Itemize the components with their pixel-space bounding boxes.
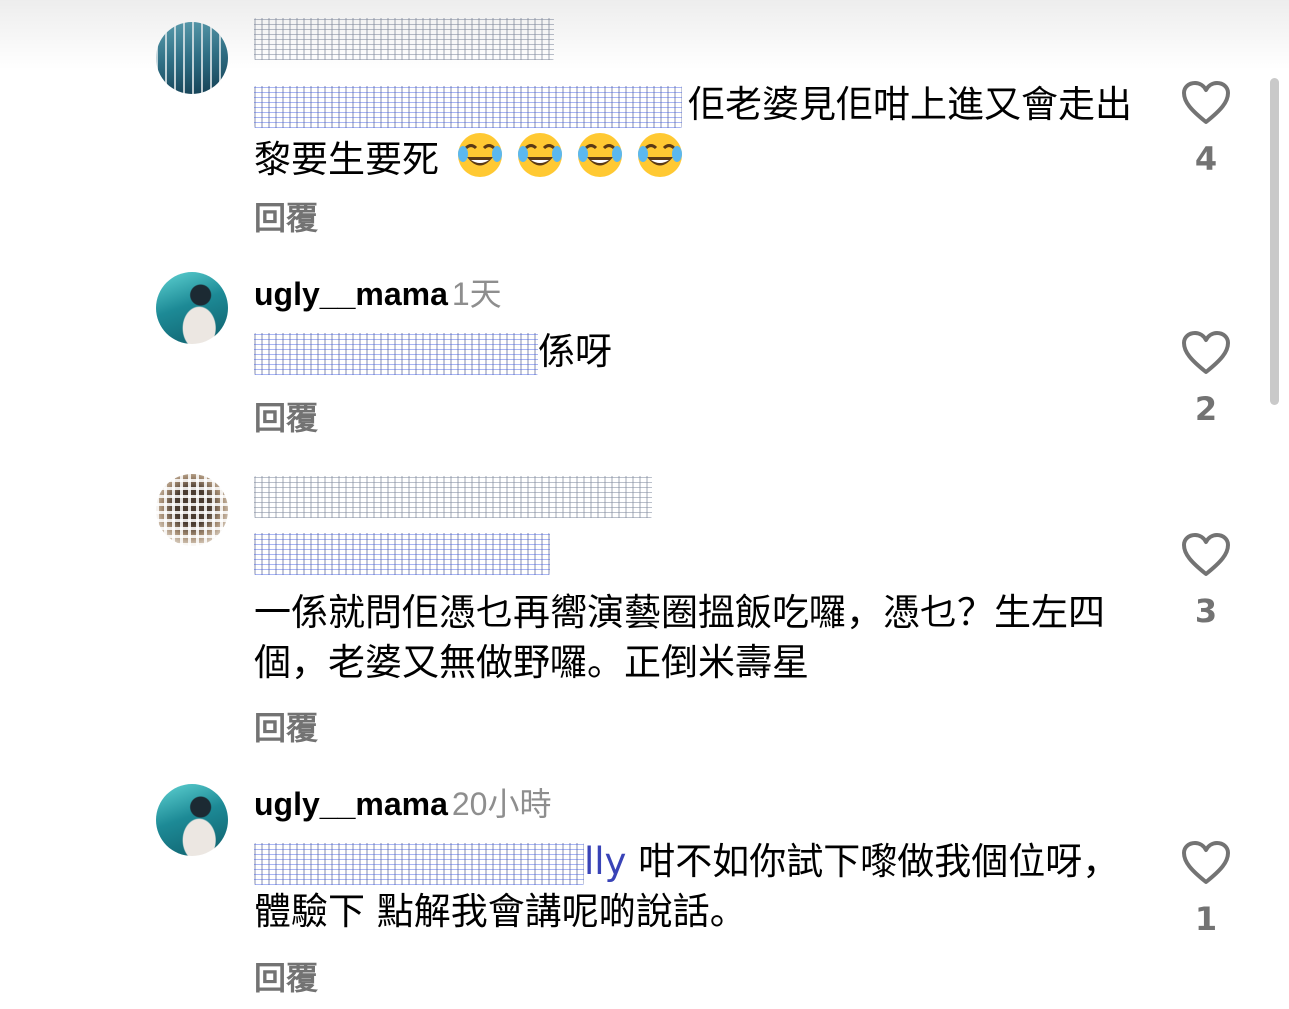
face-with-tears-of-joy-icon: [635, 130, 685, 180]
heart-outline-icon: [1182, 533, 1230, 576]
timestamp: 1天: [451, 276, 502, 312]
comment-text: 佢老婆見佢咁上進又會走出黎要生要死: [254, 80, 1134, 185]
like-count: 1: [1194, 900, 1218, 938]
username[interactable]: ugly__mama: [254, 276, 448, 312]
reply-button[interactable]: 回覆: [254, 953, 318, 999]
like-count: 2: [1194, 390, 1218, 428]
redacted-mention[interactable]: [254, 332, 538, 375]
like-count: 3: [1194, 592, 1218, 630]
like-button[interactable]: 1: [1178, 840, 1234, 938]
comment-text: lly 咁不如你試下嚟做我個位呀， 體驗下 點解我會講呢啲說話。: [254, 837, 1124, 937]
redacted-mention[interactable]: [254, 842, 584, 885]
username[interactable]: ugly__mama: [254, 786, 448, 822]
face-with-tears-of-joy-icon: [575, 130, 625, 180]
scrollbar[interactable]: [1270, 78, 1279, 405]
comment-header: [254, 472, 652, 518]
face-with-tears-of-joy-icon: [455, 130, 505, 180]
heart-outline-icon: [1182, 81, 1230, 124]
comment-text: 一係就問佢憑乜再嚮演藝圈搵飯吃囉，憑乜？生左四個，老婆又無做野囉。正倒米壽星: [254, 588, 1114, 688]
like-button[interactable]: 3: [1178, 532, 1234, 630]
reply-button[interactable]: 回覆: [254, 703, 318, 749]
comment-body: 係呀: [538, 330, 612, 373]
like-button[interactable]: 4: [1178, 80, 1234, 178]
comment-text: 係呀: [254, 327, 1134, 377]
comment-mention-line: [254, 527, 1134, 577]
reply-button[interactable]: 回覆: [254, 193, 318, 239]
emoji-group: [443, 133, 695, 181]
timestamp: 20小時: [451, 786, 552, 822]
avatar[interactable]: [156, 22, 228, 94]
mention-tail[interactable]: lly: [584, 840, 626, 883]
heart-outline-icon: [1182, 841, 1230, 884]
heart-outline-icon: [1182, 331, 1230, 374]
redacted-username: [254, 17, 554, 60]
face-with-tears-of-joy-icon: [515, 130, 565, 180]
redacted-mention[interactable]: [254, 532, 550, 575]
like-button[interactable]: 2: [1178, 330, 1234, 428]
comment-body: 一係就問佢憑乜再嚮演藝圈搵飯吃囉，憑乜？生左四個，老婆又無做野囉。正倒米壽星: [254, 591, 1105, 684]
comment-header: ugly__mama 1天: [254, 272, 502, 316]
avatar[interactable]: [156, 272, 228, 344]
avatar[interactable]: [156, 784, 228, 856]
comment-header: [254, 14, 554, 60]
comment-header: ugly__mama 20小時: [254, 782, 551, 826]
like-count: 4: [1194, 140, 1218, 178]
redacted-username: [254, 475, 652, 518]
reply-button[interactable]: 回覆: [254, 393, 318, 439]
redacted-mention[interactable]: [254, 85, 682, 128]
avatar[interactable]: [156, 474, 228, 546]
